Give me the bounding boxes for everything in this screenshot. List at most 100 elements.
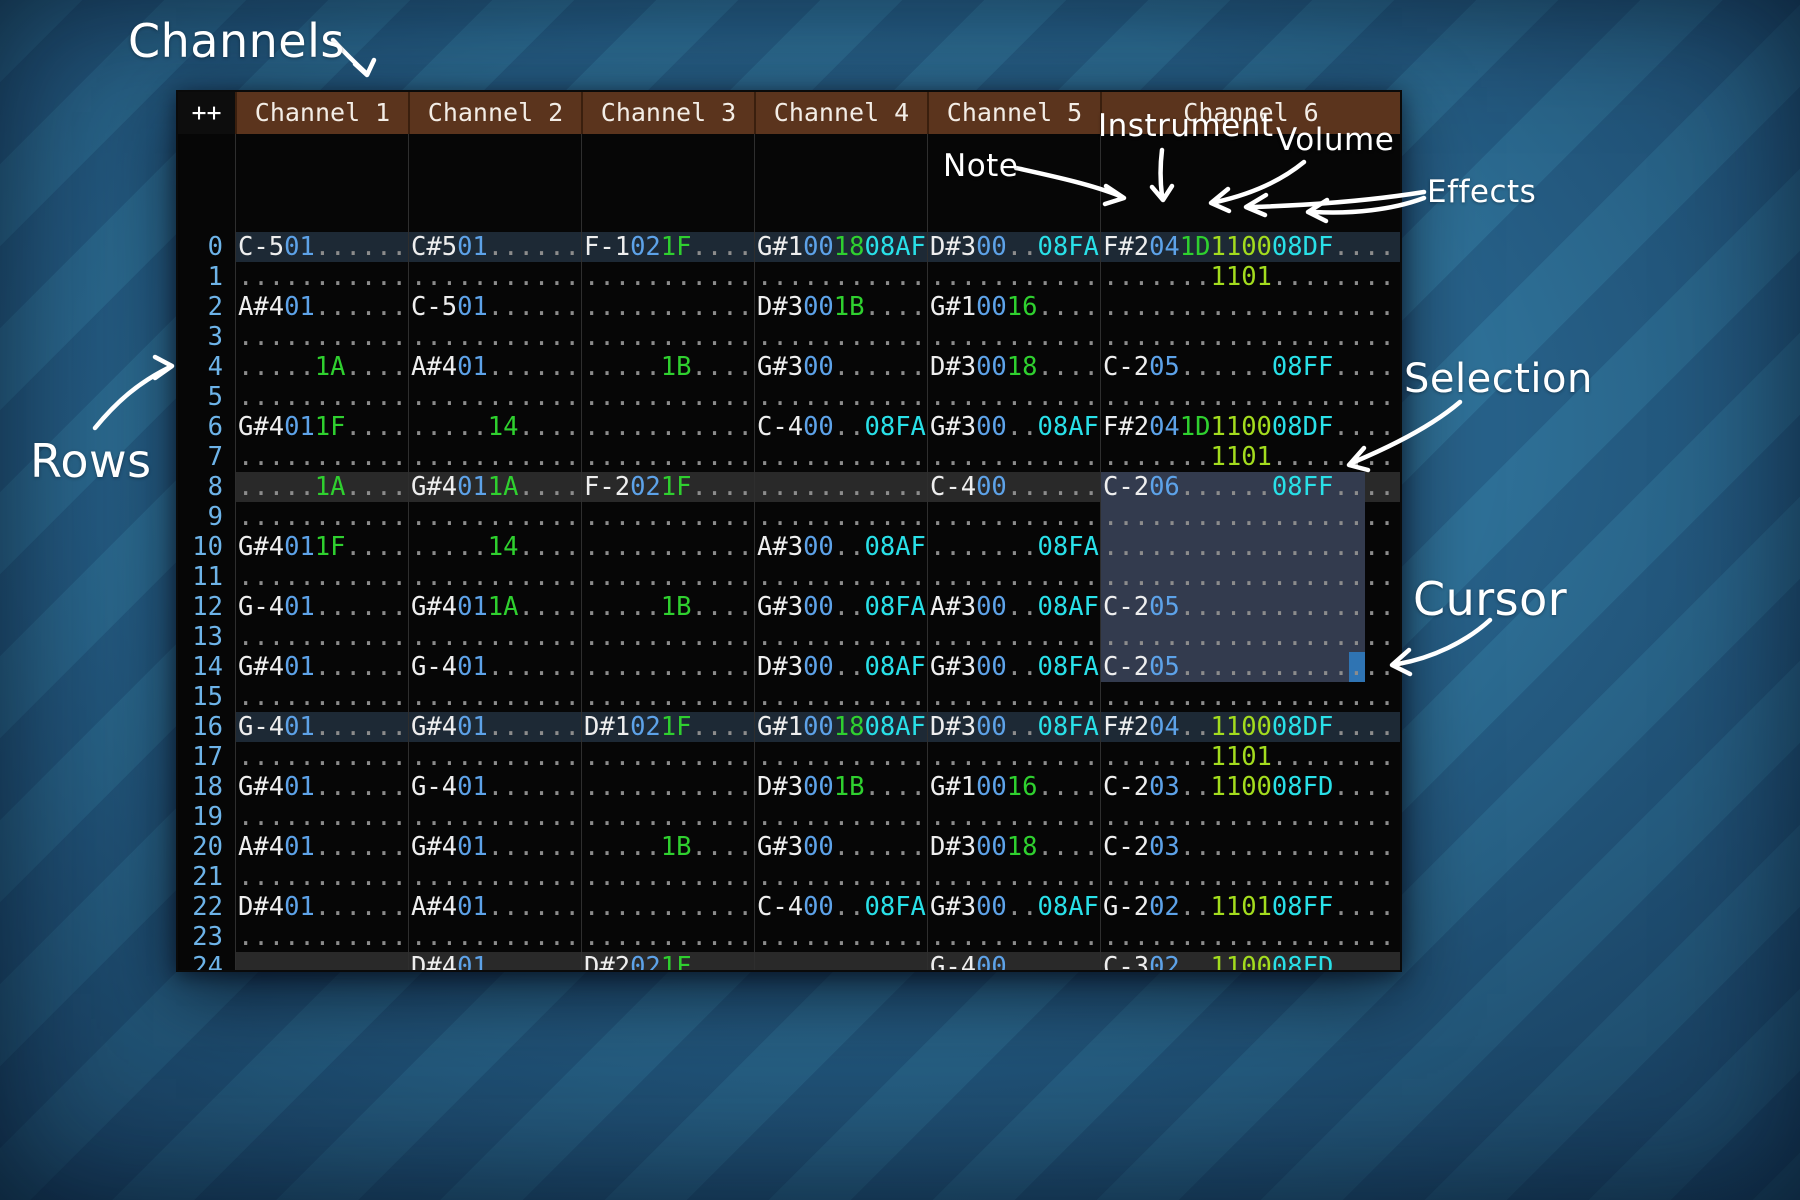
pattern-cell[interactable]: ........... — [408, 802, 581, 832]
pattern-cell[interactable]: ........... — [927, 802, 1100, 832]
pattern-cell[interactable]: ........... — [927, 502, 1100, 532]
pattern-cell[interactable]: ........... — [235, 952, 408, 970]
pattern-cell[interactable]: ................... — [1100, 322, 1400, 352]
channel-header-3[interactable]: Channel 3 — [581, 92, 754, 134]
pattern-cell[interactable]: ........... — [754, 862, 927, 892]
pattern-cell[interactable]: D#1021F.... — [581, 712, 754, 742]
pattern-cell[interactable]: A#401...... — [235, 292, 408, 322]
pattern-cell[interactable]: D#3001B.... — [754, 292, 927, 322]
pattern-cell[interactable]: C-400..08FA — [754, 412, 927, 442]
pattern-cell[interactable]: G#10016.... — [927, 772, 1100, 802]
pattern-cell[interactable]: ........... — [927, 682, 1100, 712]
pattern-cell[interactable]: ........... — [927, 562, 1100, 592]
pattern-cell[interactable]: A#401...... — [408, 352, 581, 382]
pattern-cell[interactable]: ........... — [408, 862, 581, 892]
pattern-cell[interactable]: G-401...... — [408, 772, 581, 802]
pattern-cell[interactable]: ................... — [1100, 502, 1400, 532]
pattern-cell[interactable]: D#401...... — [235, 892, 408, 922]
channel-header-4[interactable]: Channel 4 — [754, 92, 927, 134]
pattern-cell[interactable]: A#300..08AF — [927, 592, 1100, 622]
pattern-cell[interactable]: ........... — [754, 472, 927, 502]
pattern-cell[interactable]: G-401...... — [235, 712, 408, 742]
pattern-cell[interactable]: G#1001808AF — [754, 232, 927, 262]
pattern-cell[interactable]: ................... — [1100, 532, 1400, 562]
pattern-cell[interactable]: ........... — [927, 862, 1100, 892]
pattern-cell[interactable]: ........... — [581, 412, 754, 442]
pattern-cell[interactable]: ................... — [1100, 862, 1400, 892]
pattern-cell[interactable]: A#401...... — [408, 892, 581, 922]
pattern-cell[interactable]: ........... — [754, 382, 927, 412]
pattern-cell[interactable]: ........... — [408, 262, 581, 292]
pattern-cell[interactable]: ........... — [235, 862, 408, 892]
pattern-cell[interactable]: ........... — [754, 742, 927, 772]
pattern-cell[interactable]: ........... — [408, 742, 581, 772]
pattern-cell[interactable]: ........... — [754, 682, 927, 712]
pattern-cell[interactable]: ........... — [235, 262, 408, 292]
pattern-cell[interactable]: .......08FA — [927, 532, 1100, 562]
pattern-cell[interactable]: ........... — [927, 742, 1100, 772]
pattern-cell[interactable]: ........... — [408, 502, 581, 532]
pattern-cell[interactable]: F#204..110008DF.... — [1100, 712, 1400, 742]
pattern-cell[interactable]: ........... — [581, 622, 754, 652]
pattern-cell[interactable]: ........... — [581, 862, 754, 892]
pattern-cell[interactable]: C-203.............. — [1100, 832, 1400, 862]
pattern-cell[interactable]: D#300..08FA — [927, 712, 1100, 742]
pattern-cell[interactable]: ........... — [581, 922, 754, 952]
pattern-cell[interactable]: G#4011F.... — [235, 532, 408, 562]
pattern-cell[interactable]: .....1B.... — [581, 352, 754, 382]
pattern-cell[interactable]: G#10016.... — [927, 292, 1100, 322]
pattern-cell[interactable]: ........... — [235, 922, 408, 952]
pattern-cell[interactable]: ........... — [754, 502, 927, 532]
pattern-cell[interactable]: ........... — [927, 382, 1100, 412]
pattern-cell[interactable]: ........... — [408, 442, 581, 472]
pattern-cell[interactable]: C-206......08FF.... — [1100, 472, 1400, 502]
pattern-cell[interactable]: ........... — [754, 952, 927, 970]
pattern-cell[interactable]: ........... — [581, 322, 754, 352]
pattern-cell[interactable]: ........... — [408, 682, 581, 712]
pattern-cell[interactable]: ........... — [754, 802, 927, 832]
pattern-cell[interactable]: ........... — [754, 622, 927, 652]
channel-header-5[interactable]: Channel 5 — [927, 92, 1100, 134]
pattern-cell[interactable]: G#401...... — [408, 832, 581, 862]
pattern-cell[interactable]: ........... — [581, 742, 754, 772]
pattern-cell[interactable]: G-401...... — [235, 592, 408, 622]
pattern-cell[interactable]: D#300..08FA — [927, 232, 1100, 262]
pattern-cell[interactable]: G#401...... — [408, 712, 581, 742]
pattern-cell[interactable]: F-2021F.... — [581, 472, 754, 502]
pattern-cell[interactable]: ........... — [235, 502, 408, 532]
pattern-cell[interactable]: G#4011A.... — [408, 472, 581, 502]
pattern-cell[interactable]: .....1A.... — [235, 352, 408, 382]
pattern-cell[interactable]: G#401...... — [235, 772, 408, 802]
pattern-cell[interactable]: ........... — [927, 262, 1100, 292]
pattern-cell[interactable]: .......1101........ — [1100, 262, 1400, 292]
pattern-cell[interactable]: ................... — [1100, 682, 1400, 712]
pattern-cell[interactable]: ........... — [235, 562, 408, 592]
pattern-cell[interactable]: A#401...... — [235, 832, 408, 862]
pattern-cell[interactable]: ................... — [1100, 622, 1400, 652]
pattern-cell[interactable]: ........... — [581, 292, 754, 322]
pattern-cell[interactable]: .....14.... — [408, 532, 581, 562]
pattern-cell[interactable]: ........... — [927, 322, 1100, 352]
pattern-cell[interactable]: D#30018.... — [927, 352, 1100, 382]
pattern-cell[interactable]: ........... — [408, 922, 581, 952]
pattern-cell[interactable]: .......1101........ — [1100, 442, 1400, 472]
pattern-cell[interactable]: .....1A.... — [235, 472, 408, 502]
pattern-cell[interactable]: ........... — [235, 382, 408, 412]
pattern-cell[interactable]: G#1001808AF — [754, 712, 927, 742]
pattern-cell[interactable]: D#401...... — [408, 952, 581, 970]
pattern-cell[interactable]: ........... — [581, 502, 754, 532]
pattern-cell[interactable]: ................... — [1100, 922, 1400, 952]
pattern-cell[interactable]: G#300..08AF — [927, 892, 1100, 922]
pattern-cell[interactable]: G-401...... — [408, 652, 581, 682]
pattern-cell[interactable]: G#401...... — [235, 652, 408, 682]
pattern-cell[interactable]: C-302..110008FD.... — [1100, 952, 1400, 970]
pattern-cell[interactable]: ................... — [1100, 802, 1400, 832]
pattern-cell[interactable]: C-205.............. — [1100, 592, 1400, 622]
pattern-cell[interactable]: ........... — [235, 682, 408, 712]
pattern-cell[interactable]: .....14.... — [408, 412, 581, 442]
pattern-cell[interactable]: A#300..08AF — [754, 532, 927, 562]
pattern-cell[interactable]: ........... — [235, 622, 408, 652]
pattern-cell[interactable]: C#501...... — [408, 232, 581, 262]
pattern-cell[interactable]: C-205.............. — [1100, 652, 1400, 682]
pattern-cell[interactable]: G#300..08FA — [754, 592, 927, 622]
